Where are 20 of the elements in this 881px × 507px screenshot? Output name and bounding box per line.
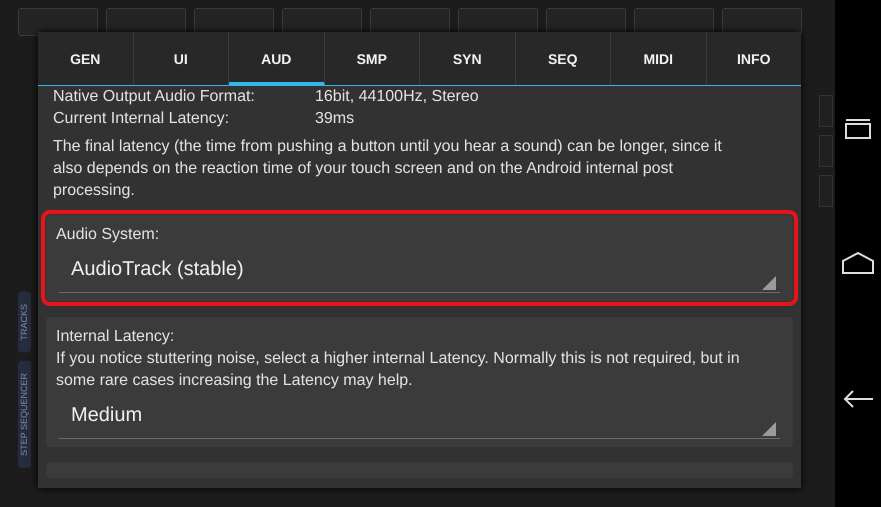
setting-label: Audio System: (56, 225, 160, 245)
settings-tab[interactable]: AUD (229, 32, 324, 86)
latency-note: The final latency (the time from pushing a button until you hear a sound) can be longer, since it also depends on the reaction time of your touch screen and on the Android internal post processing. (52, 137, 723, 201)
info-value: 39ms (315, 109, 354, 129)
info-value: 16bit, 44100Hz, Stereo (315, 87, 479, 107)
side-tab[interactable]: TRACKS (18, 292, 31, 353)
settings-tab[interactable]: GEN (38, 32, 134, 85)
settings-tab[interactable]: SYN (420, 32, 516, 85)
dropdown[interactable]: AudioTrack (stable) (59, 250, 780, 293)
setting-description: If you notice stuttering noise, select a higher internal Latency. Normally this is not required, but in some rare cases increasing the Latency may help. (56, 349, 741, 391)
info-label: Native Output Audio Format: (53, 87, 256, 107)
dropdown[interactable]: Medium (59, 396, 780, 439)
info-label: Current Internal Latency: (53, 109, 230, 129)
settings-tab[interactable]: SEQ (516, 32, 611, 85)
settings-tab[interactable]: UI (134, 32, 229, 85)
setting-label: Internal Latency: (56, 327, 176, 347)
settings-tab[interactable]: MIDI (611, 32, 706, 85)
settings-tab[interactable]: INFO (706, 32, 801, 85)
settings-tab[interactable]: SMP (324, 32, 420, 85)
side-tab[interactable]: STEP SEQUENCER (18, 360, 31, 468)
